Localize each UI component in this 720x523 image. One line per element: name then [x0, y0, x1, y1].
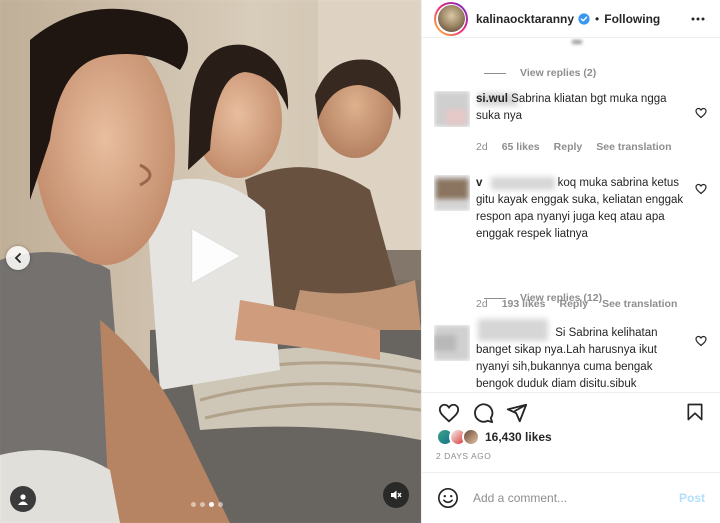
- likes-count[interactable]: 16,430 likes: [485, 430, 552, 444]
- comment-meta: 2d 65 likes Reply See translation: [476, 141, 672, 153]
- comment-input[interactable]: [473, 491, 673, 505]
- see-translation-button[interactable]: See translation: [596, 141, 671, 153]
- post-media[interactable]: [0, 0, 421, 523]
- view-replies-button[interactable]: View replies (2): [484, 67, 596, 79]
- commenter-avatar[interactable]: [434, 175, 470, 211]
- comment-likes[interactable]: 65 likes: [502, 141, 540, 153]
- more-options-icon[interactable]: [691, 12, 705, 26]
- add-comment-bar: Post: [422, 472, 720, 523]
- author-username[interactable]: kalinaocktaranny: [476, 12, 574, 26]
- reply-button[interactable]: Reply: [554, 141, 583, 153]
- tagged-users-button[interactable]: [10, 486, 36, 512]
- header-separator: •: [595, 11, 600, 26]
- comment-like-heart-icon[interactable]: [695, 107, 707, 119]
- verified-badge-icon: [578, 12, 590, 25]
- heart-icon[interactable]: [438, 402, 460, 424]
- emoji-icon[interactable]: [437, 487, 459, 509]
- bookmark-icon[interactable]: [685, 402, 705, 422]
- comments-list[interactable]: View replies (2) si.wul Sabrina kliatan …: [422, 37, 720, 392]
- share-icon[interactable]: [506, 402, 528, 424]
- post-actions: 16,430 likes 2 DAYS AGO: [422, 392, 720, 461]
- comment-icon[interactable]: [472, 402, 494, 424]
- liker-avatar: [462, 428, 480, 446]
- commenter-username[interactable]: v: [476, 177, 482, 189]
- comment-text: koq muka sabrina ketus gitu kayak enggak…: [476, 177, 684, 240]
- carousel-dot: [200, 502, 205, 507]
- carousel-dot: [191, 502, 196, 507]
- post-timestamp[interactable]: 2 DAYS AGO: [436, 451, 491, 461]
- chevron-left-icon: [14, 253, 21, 263]
- post-comment-button[interactable]: Post: [679, 491, 705, 505]
- carousel-dot: [218, 502, 223, 507]
- likes-summary[interactable]: 16,430 likes: [436, 428, 552, 446]
- speaker-muted-icon: [391, 490, 402, 500]
- carousel-dot-active: [209, 502, 214, 507]
- user-tag-icon: [18, 494, 28, 505]
- post-side-panel: kalinaocktaranny • Following View replie…: [421, 0, 720, 523]
- comment-time: 2d: [476, 141, 488, 153]
- mute-toggle-button[interactable]: [383, 482, 409, 508]
- see-translation-button[interactable]: See translation: [602, 298, 677, 310]
- carousel-indicator: [191, 502, 223, 507]
- view-replies-button[interactable]: View replies (12): [484, 292, 602, 304]
- following-button[interactable]: Following: [604, 12, 660, 26]
- author-avatar[interactable]: [434, 1, 468, 36]
- comment-like-heart-icon[interactable]: [695, 183, 707, 195]
- commenter-avatar[interactable]: [434, 91, 470, 127]
- previous-media-button[interactable]: [6, 246, 30, 270]
- comment-like-heart-icon[interactable]: [695, 335, 707, 347]
- commenter-username[interactable]: si.wul: [476, 93, 508, 105]
- play-icon[interactable]: [182, 225, 244, 287]
- post-header: kalinaocktaranny • Following: [422, 0, 720, 37]
- commenter-avatar[interactable]: [434, 325, 470, 361]
- comment-text: Si Sabrina kelihatan banget sikap nya.La…: [476, 327, 658, 390]
